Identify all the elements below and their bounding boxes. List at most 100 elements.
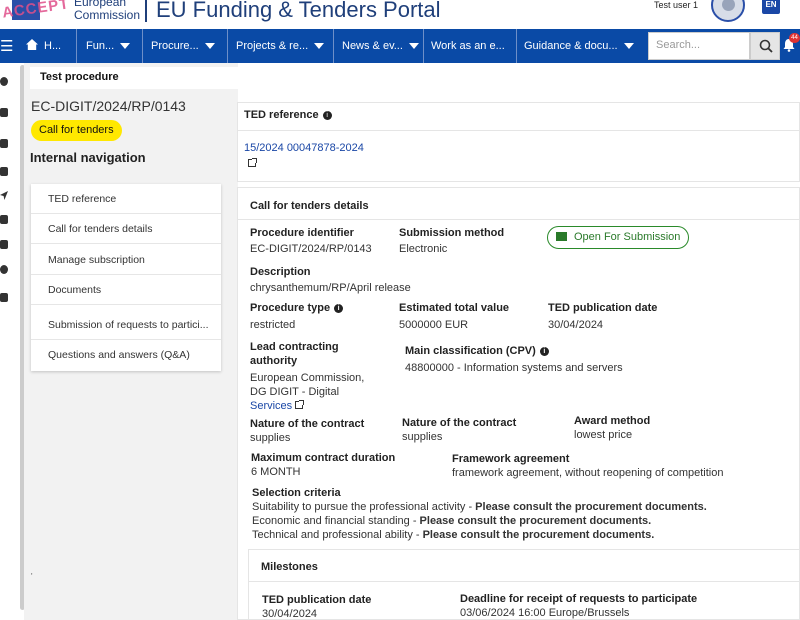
caret-down-icon: [408, 43, 419, 50]
site-header: European Commission ACCEPT EU Funding & …: [0, 0, 800, 29]
nav-link-qa[interactable]: Questions and answers (Q&A): [31, 340, 221, 370]
internal-navigation-menu: TED reference Call for tenders details M…: [31, 184, 221, 371]
nav-guidance-label: Guidance & docu...: [524, 40, 618, 52]
main-nav: ☰ H... Fun... Procure... Projects & re..…: [0, 29, 800, 63]
cpv-label-text: Main classification (CPV): [405, 345, 536, 357]
ted-reference-header: TED reference i: [244, 109, 332, 121]
info-icon[interactable]: i: [539, 347, 549, 356]
search-input[interactable]: Search...: [648, 32, 750, 60]
nav-link-submission-requests[interactable]: Submission of requests to partici...: [31, 310, 221, 340]
nav-procurement-label: Procure...: [151, 40, 199, 52]
nav-divider: [76, 29, 77, 63]
nature-contract-label: Nature of the contract: [250, 418, 365, 430]
card-divider: [249, 581, 799, 582]
procedure-type-label-text: Procedure type: [250, 302, 331, 314]
nav-guidance[interactable]: Guidance & docu...: [524, 29, 634, 63]
nature-contract-value-2: supplies: [402, 431, 443, 443]
clock-icon[interactable]: [0, 265, 8, 274]
info-icon[interactable]: i: [334, 304, 344, 313]
lead-authority-link-3[interactable]: Services: [250, 400, 305, 412]
milestone-ted-label: TED publication date: [262, 594, 372, 606]
procedure-identifier-label: Procedure identifier: [250, 227, 354, 239]
lead-authority-label: Lead contracting: [250, 341, 339, 353]
notification-badge: 44: [789, 33, 800, 43]
call-details-title: Call for tenders details: [250, 200, 369, 212]
selection-criterion-text: Technical and professional ability -: [252, 529, 423, 541]
calculator-icon[interactable]: [0, 240, 8, 249]
portal-title[interactable]: EU Funding & Tenders Portal: [156, 0, 441, 23]
ted-reference-title: TED reference: [244, 109, 319, 121]
lead-authority-label-2: authority: [250, 355, 298, 367]
ec-logo[interactable]: European Commission ACCEPT: [0, 0, 140, 24]
nav-divider: [142, 29, 143, 63]
send-icon[interactable]: [0, 191, 8, 200]
nav-link-call-details[interactable]: Call for tenders details: [31, 214, 221, 244]
building-icon[interactable]: [0, 108, 8, 117]
document-icon[interactable]: [0, 293, 8, 302]
caret-down-icon: [314, 43, 325, 50]
open-for-submission-button[interactable]: Open For Submission: [547, 226, 689, 249]
max-duration-label: Maximum contract duration: [251, 452, 396, 464]
nav-work-as-expert[interactable]: Work as an e...: [431, 29, 505, 63]
home-icon: [26, 39, 38, 50]
user-name[interactable]: Test user 1: [654, 0, 698, 10]
max-duration-value: 6 MONTH: [251, 466, 301, 478]
cpv-value: 48800000 - Information systems and serve…: [405, 362, 623, 374]
selection-criterion-note: Please consult the procurement documents…: [475, 501, 707, 513]
nav-funding[interactable]: Fun...: [86, 29, 131, 63]
language-selector[interactable]: EN: [762, 0, 780, 14]
folder-icon[interactable]: [0, 215, 8, 224]
briefcase-icon[interactable]: [0, 139, 8, 148]
user-icon[interactable]: [0, 77, 8, 86]
selection-criteria-label: Selection criteria: [252, 487, 341, 499]
nav-procurement[interactable]: Procure...: [151, 29, 215, 63]
procedure-type-label: Procedure type i: [250, 302, 344, 314]
selection-criterion: Technical and professional ability - Ple…: [252, 529, 654, 541]
description-label: Description: [250, 266, 311, 278]
selection-criterion-note: Please consult the procurement documents…: [419, 515, 652, 527]
nature-contract-label-2: Nature of the contract: [402, 417, 517, 429]
caret-down-icon: [623, 43, 634, 50]
nav-link-manage-subscription[interactable]: Manage subscription: [31, 245, 221, 275]
procedure-title: Test procedure: [40, 71, 119, 83]
external-link-icon[interactable]: [248, 158, 257, 167]
avatar[interactable]: [711, 0, 745, 22]
lead-authority-link-3-text: Services: [250, 400, 293, 412]
framework-value: framework agreement, without reopening o…: [452, 467, 724, 479]
procedure-identifier-value: EC-DIGIT/2024/RP/0143: [250, 243, 372, 255]
search-button[interactable]: [750, 32, 780, 60]
stray-mark: ': [31, 572, 35, 581]
ted-publication-label: TED publication date: [548, 302, 658, 314]
ted-reference-link[interactable]: 15/2024 00047878-2024: [244, 142, 364, 154]
nav-news[interactable]: News & ev...: [342, 29, 419, 63]
nav-projects[interactable]: Projects & re...: [236, 29, 325, 63]
lead-authority-link-2[interactable]: DG DIGIT - Digital: [250, 386, 339, 398]
card-divider: [238, 130, 799, 131]
selection-criterion: Economic and financial standing - Please…: [252, 515, 651, 527]
estimated-value-label: Estimated total value: [399, 302, 510, 314]
nav-divider: [227, 29, 228, 63]
internal-navigation-title: Internal navigation: [30, 150, 146, 165]
search-icon: [759, 39, 773, 53]
procedure-type-value: restricted: [250, 319, 296, 331]
nav-home[interactable]: H...: [26, 29, 61, 63]
hamburger-menu-icon[interactable]: ☰: [0, 37, 13, 55]
milestones-title: Milestones: [261, 561, 318, 573]
external-link-icon[interactable]: [295, 400, 305, 409]
side-rail: [0, 63, 9, 620]
info-icon[interactable]: i: [322, 111, 332, 120]
milestone-ted-date: 30/04/2024: [262, 608, 318, 620]
lead-authority-link[interactable]: European Commission,: [250, 372, 364, 384]
nav-link-documents[interactable]: Documents: [31, 275, 221, 305]
envelope-icon[interactable]: [0, 167, 8, 176]
ted-reference-card: TED reference i 15/2024 00047878-2024: [237, 102, 800, 182]
submission-method-label: Submission method: [399, 227, 505, 239]
nav-divider: [423, 29, 424, 63]
description-value: chrysanthemum/RP/April release: [250, 282, 411, 294]
nav-news-label: News & ev...: [342, 40, 403, 52]
nav-divider: [516, 29, 517, 63]
nav-link-ted-reference[interactable]: TED reference: [31, 184, 221, 214]
caret-down-icon: [204, 43, 215, 50]
nav-divider: [333, 29, 334, 63]
award-method-label: Award method: [574, 415, 651, 427]
